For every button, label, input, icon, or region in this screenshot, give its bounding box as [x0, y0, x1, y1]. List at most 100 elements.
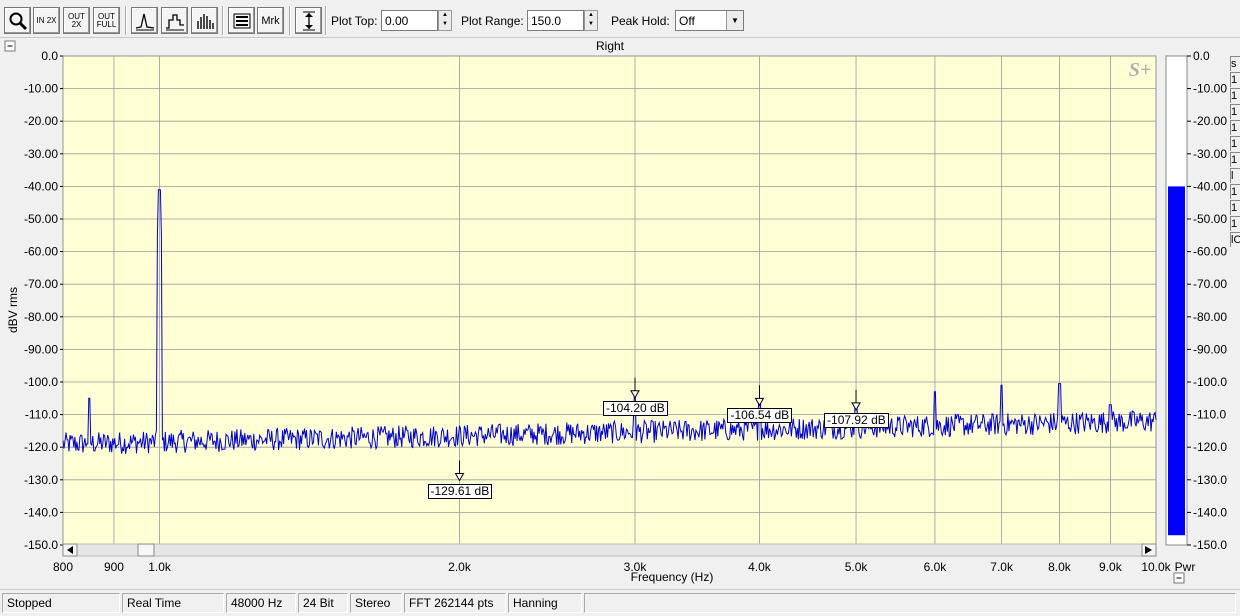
status-bit-depth: 24 Bit — [298, 593, 348, 613]
y-tick-label: -20.00 — [24, 114, 58, 128]
bar-graph-icon — [195, 11, 215, 31]
side-tab[interactable]: 1 — [1230, 152, 1240, 167]
peak-hold-select[interactable]: Off ▼ — [675, 10, 744, 31]
meter-tick-label: -80.00 — [1193, 310, 1227, 324]
zoom-out-2x-button[interactable]: OUT 2X — [63, 7, 90, 34]
meter-label: Pwr — [1175, 560, 1196, 574]
spectrum-chart: Right 0.0 -10.00 -20.00 -30.00 -40.00 -50.00 -… — [0, 38, 1230, 586]
meter-tick-label: -60.00 — [1193, 245, 1227, 259]
horizontal-scrollbar[interactable] — [62, 543, 1157, 557]
y-tick-label: -30.00 — [24, 147, 58, 161]
side-tab[interactable]: 1 — [1230, 72, 1240, 87]
side-tab[interactable]: 1 — [1230, 216, 1240, 231]
x-tick-label: 9.0k — [1099, 560, 1123, 574]
side-tab[interactable]: lO — [1230, 232, 1240, 247]
y-tick-label: -80.00 — [24, 310, 58, 324]
vertical-range-icon — [299, 11, 319, 31]
meter-tick-label: -130.0 — [1193, 473, 1227, 487]
bar-mode-button[interactable] — [191, 7, 218, 34]
side-tab[interactable]: 1 — [1230, 184, 1240, 199]
plot-area — [62, 55, 1157, 546]
line-graph-icon — [135, 11, 155, 31]
meter-tick-label: 0.0 — [1193, 49, 1210, 63]
meter-tick-label: -150.0 — [1193, 538, 1227, 552]
meter-tick-label: -90.00 — [1193, 342, 1227, 356]
x-tick-label: 7.0k — [990, 560, 1014, 574]
peak-hold-value: Off — [679, 14, 695, 28]
power-meter-level — [1168, 186, 1185, 536]
marker-icon: Mrk — [261, 14, 280, 27]
y-tick-label: -110.0 — [25, 408, 58, 422]
plot-range-spinner[interactable]: ▲ ▼ — [584, 10, 598, 31]
marker-button[interactable]: Mrk — [257, 7, 284, 34]
y-tick-label: -50.00 — [24, 212, 58, 226]
x-tick-label: 10.0k — [1141, 560, 1171, 574]
side-tab[interactable]: 1 — [1230, 136, 1240, 151]
side-tab[interactable]: l — [1230, 168, 1240, 183]
zoom-out-full-button[interactable]: OUT FULL — [93, 7, 120, 34]
y-tick-label: -100.0 — [24, 375, 58, 389]
line-mode-button[interactable] — [131, 7, 158, 34]
meter-tick-label: -20.00 — [1193, 114, 1227, 128]
x-tick-label: 5.0k — [845, 560, 869, 574]
y-axis-label: dBV rms — [6, 287, 20, 333]
status-run-state: Stopped — [2, 593, 120, 613]
toolbar-separator — [289, 6, 291, 35]
step-graph-icon — [165, 11, 185, 31]
magnifier-icon — [8, 11, 28, 31]
plot-top-input[interactable]: 0.00 — [381, 10, 438, 31]
y-tick-label: -60.00 — [24, 245, 58, 259]
zoom-button[interactable] — [4, 7, 31, 34]
status-fft-size: FFT 262144 pts — [404, 593, 506, 613]
side-tab[interactable]: 1 — [1230, 200, 1240, 215]
toolbar-separator — [325, 6, 327, 35]
y-tick-label: -40.00 — [24, 179, 58, 193]
status-mode: Real Time — [122, 593, 224, 613]
y-tick-label: 0.0 — [41, 49, 58, 63]
side-tab[interactable]: 1 — [1230, 88, 1240, 103]
toolbar-separator — [222, 6, 224, 35]
marker-label[interactable]: -107.92 dB — [824, 412, 889, 428]
y-tick-label: -10.00 — [24, 82, 58, 96]
plot-top-spinner[interactable]: ▲ ▼ — [438, 10, 452, 31]
toolbar-separator — [125, 6, 127, 35]
marker-label[interactable]: -104.20 dB — [602, 400, 668, 416]
chevron-down-icon: ▼ — [726, 11, 743, 30]
y-tick-label: -120.0 — [24, 440, 58, 454]
marker-label[interactable]: -129.61 dB — [427, 483, 493, 499]
x-axis-label: Frequency (Hz) — [631, 570, 714, 584]
side-tab[interactable]: s — [1230, 56, 1240, 71]
zoom-out-icon: OUT 2X — [68, 11, 85, 29]
side-tab[interactable]: 1 — [1230, 104, 1240, 119]
side-tab[interactable]: 1 — [1230, 120, 1240, 135]
x-tick-label: 800 — [53, 560, 73, 574]
meter-tick-label: -50.00 — [1193, 212, 1227, 226]
plot-top-label: Plot Top: — [331, 14, 378, 28]
status-empty — [584, 593, 1236, 613]
meter-tick-label: -30.00 — [1193, 147, 1227, 161]
y-tick-label: -130.0 — [24, 473, 58, 487]
scrollbar-thumb[interactable] — [137, 543, 155, 557]
step-mode-button[interactable] — [161, 7, 188, 34]
zoom-in-2x-button[interactable]: IN 2X — [33, 7, 60, 34]
panel-icon — [232, 11, 252, 31]
autoscale-button[interactable] — [295, 7, 322, 34]
meter-tick-label: -110.0 — [1193, 408, 1226, 422]
toolbar: IN 2X OUT 2X OUT FULL Mrk Plot Top: 0.00… — [0, 0, 1240, 38]
meter-tick-label: -70.00 — [1193, 277, 1227, 291]
marker-label[interactable]: -106.54 dB — [727, 408, 793, 424]
settings-panel-button[interactable] — [228, 7, 255, 34]
y-tick-label: -90.00 — [24, 342, 58, 356]
x-tick-label: 6.0k — [924, 560, 948, 574]
plot-range-input[interactable]: 150.0 — [527, 10, 584, 31]
zoom-full-icon: OUT FULL — [96, 11, 117, 29]
y-tick-label: -140.0 — [24, 505, 58, 519]
x-tick-label: 4.0k — [748, 560, 772, 574]
channel-title: Right — [596, 39, 625, 53]
peak-hold-label: Peak Hold: — [611, 14, 670, 28]
side-tab-strip: s111111l111lO — [1230, 38, 1240, 586]
status-window: Hanning — [508, 593, 582, 613]
x-tick-label: 900 — [104, 560, 124, 574]
x-tick-label: 8.0k — [1048, 560, 1072, 574]
status-sample-rate: 48000 Hz — [226, 593, 296, 613]
